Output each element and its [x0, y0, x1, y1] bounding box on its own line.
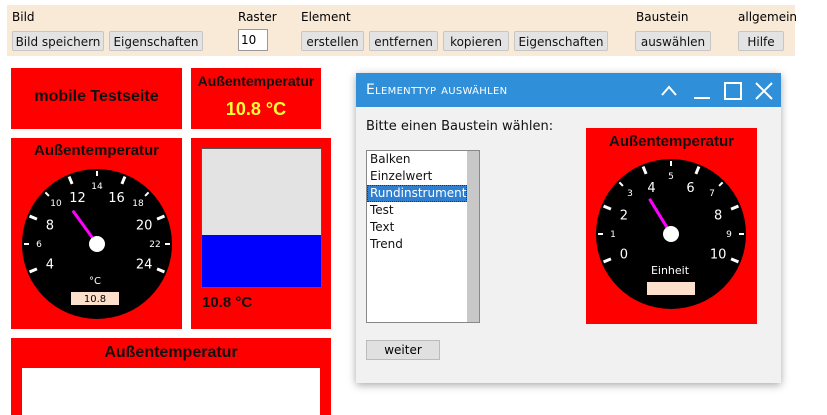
gauge-major-label: 12 [69, 191, 86, 206]
gauge-major-label: 4 [647, 181, 655, 196]
element-type-dialog: Elementtyp auswählen Bitte einen Baustei… [356, 73, 781, 383]
dialog-prompt: Bitte einen Baustein wählen: [366, 119, 554, 134]
gauge-minor-label: 7 [709, 189, 715, 199]
group-label-allgemein: allgemein [738, 10, 798, 24]
bild-speichern-button[interactable]: Bild speichern [12, 31, 104, 51]
collapse-icon[interactable] [659, 81, 679, 101]
listbox-scrollbar[interactable] [467, 151, 479, 322]
list-item-einzelwert[interactable]: Einzelwert [367, 168, 467, 185]
list-item-test[interactable]: Test [367, 202, 467, 219]
raster-input[interactable] [238, 29, 268, 51]
dialog-title: Elementtyp auswählen [356, 73, 781, 107]
title-tile[interactable]: mobile Testseite [11, 68, 182, 129]
list-item-trend[interactable]: Trend [367, 236, 467, 253]
preview-gauge-tile: Außentemperatur 0 2 4 6 8 10 1 3 5 7 9 Einheit [586, 128, 757, 324]
bar-tile[interactable]: 10.8 °C [191, 138, 331, 329]
gauge-dial: 4 8 12 16 20 24 6 10 14 18 22 °C 10.8 [22, 169, 172, 319]
bar-tile-value: 10.8 °C [202, 294, 253, 311]
gauge-hub [89, 236, 105, 252]
bar-track [201, 148, 322, 288]
gauge-minor-label: 10 [50, 199, 62, 209]
bottom-tile-title: Außentemperatur [104, 344, 238, 361]
gauge-minor-label: 18 [132, 199, 144, 209]
gauge-minor-label: 14 [91, 182, 103, 192]
preview-gauge-readout-box [647, 282, 695, 295]
minimize-icon[interactable] [692, 81, 712, 101]
gauge-minor-label: 6 [36, 240, 42, 250]
bar-fill [202, 234, 321, 287]
list-item-balken[interactable]: Balken [367, 151, 467, 168]
list-item-rundinstrument[interactable]: Rundinstrument [367, 185, 467, 202]
weiter-button[interactable]: weiter [366, 340, 440, 360]
toolbar: Bild Raster Element Baustein allgemein B… [7, 5, 798, 56]
group-label-bild: Bild [12, 10, 35, 24]
preview-gauge-dial: 0 2 4 6 8 10 1 3 5 7 9 Einheit [596, 159, 746, 309]
group-label-element: Element [301, 10, 351, 24]
value-tile-title: Außentemperatur [197, 73, 315, 89]
gauge-minor-label: 5 [668, 172, 674, 182]
gauge-major-label: 8 [46, 218, 54, 233]
gauge-minor-label: 1 [610, 230, 616, 240]
gauge-hub [663, 226, 679, 242]
kopieren-button[interactable]: kopieren [443, 31, 509, 51]
value-tile-value: 10.8 °C [225, 99, 287, 119]
entfernen-button[interactable]: entfernen [369, 31, 438, 51]
group-label-baustein: Baustein [636, 10, 689, 24]
maximize-icon[interactable] [723, 81, 743, 101]
gauge-major-label: 4 [46, 258, 54, 273]
gauge-major-label: 0 [620, 248, 628, 263]
gauge-major-label: 24 [136, 258, 153, 273]
gauge-major-label: 2 [620, 208, 628, 223]
gauge-minor-label: 22 [149, 240, 160, 250]
bottom-tile-content [22, 368, 320, 415]
value-tile[interactable]: Außentemperatur 10.8 °C [191, 68, 321, 129]
gauge-minor-label: 3 [627, 189, 633, 199]
hilfe-button[interactable]: Hilfe [738, 31, 784, 51]
gauge-major-label: 20 [136, 218, 153, 233]
baustein-listbox[interactable]: Balken Einzelwert Rundinstrument Test Text Tr… [366, 150, 480, 323]
element-eigenschaften-button[interactable]: Eigenschaften [514, 31, 608, 51]
close-icon[interactable] [754, 81, 774, 101]
gauge-major-label: 16 [108, 191, 125, 206]
gauge-tile[interactable]: Außentemperatur 4 8 12 16 20 24 6 10 14 18 22 °C 10.… [11, 138, 182, 329]
gauge-major-label: 6 [686, 181, 694, 196]
bottom-tile[interactable]: Außentemperatur [11, 338, 331, 415]
erstellen-button[interactable]: erstellen [301, 31, 364, 51]
list-item-text[interactable]: Text [367, 219, 467, 236]
baustein-auswaehlen-button[interactable]: auswählen [635, 31, 711, 51]
preview-gauge-unit: Einheit [651, 264, 690, 277]
gauge-major-label: 8 [714, 208, 722, 223]
bild-eigenschaften-button[interactable]: Eigenschaften [109, 31, 203, 51]
gauge-readout: 10.8 [84, 294, 106, 305]
gauge-unit: °C [89, 276, 101, 287]
gauge-minor-label: 9 [726, 230, 732, 240]
gauge-major-label: 10 [710, 248, 727, 263]
group-label-raster: Raster [238, 10, 277, 24]
page-title: mobile Testseite [34, 88, 159, 105]
